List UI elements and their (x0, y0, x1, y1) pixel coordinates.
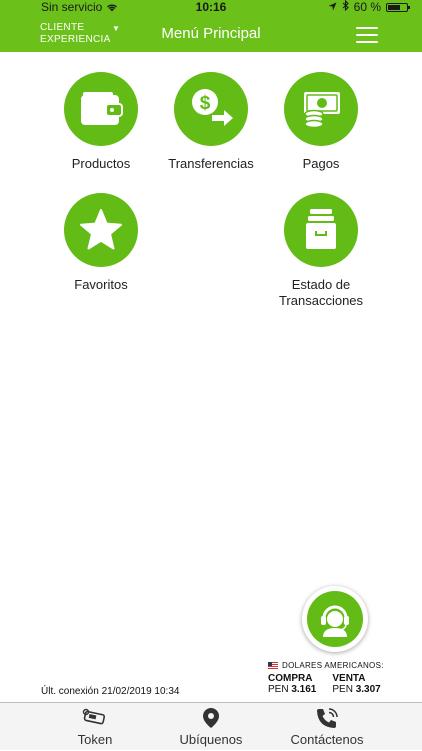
location-arrow-icon (328, 0, 337, 14)
bills-coins-icon[interactable] (284, 72, 358, 146)
tile-favoritos-label: Favoritos (74, 277, 128, 292)
tile-productos-label: Productos (71, 156, 131, 171)
svg-text:$: $ (200, 93, 211, 114)
tile-estado-label: Estado de Transacciones (261, 277, 381, 309)
tile-productos[interactable]: Productos (41, 72, 161, 172)
tile-transferencias-label: Transferencias (168, 156, 254, 171)
tile-estado-label-line2: Transacciones (278, 293, 364, 308)
support-agent-icon (307, 591, 363, 647)
phone-icon (257, 707, 397, 729)
tile-estado-label-line1: Estado de (291, 277, 351, 292)
exchange-sell: VENTA PEN 3.307 (332, 673, 380, 695)
star-icon[interactable] (64, 193, 138, 267)
support-agent-button[interactable] (302, 586, 368, 652)
us-flag-icon (268, 662, 278, 669)
buy-currency: PEN (268, 684, 289, 695)
exchange-rate-title: DOLARES AMERICANOS: (268, 661, 384, 670)
status-bar: Sin servicio 10:16 60 % (0, 0, 422, 14)
tile-favoritos[interactable]: Favoritos (41, 193, 161, 293)
exchange-rate-panel: DOLARES AMERICANOS: COMPRA PEN 3.161 VEN… (268, 661, 384, 695)
tab-contactenos[interactable]: Contáctenos (257, 703, 397, 751)
battery-percent: 60 % (353, 0, 381, 14)
status-right: 60 % (328, 0, 410, 14)
buy-value: 3.161 (291, 684, 317, 695)
sell-currency: PEN (332, 684, 353, 695)
bluetooth-icon (342, 0, 349, 14)
hamburger-menu-button[interactable] (356, 27, 378, 43)
exchange-buy: COMPRA PEN 3.161 (268, 673, 316, 695)
tab-contactenos-label: Contáctenos (290, 732, 364, 747)
buy-label: COMPRA (268, 673, 313, 684)
sell-label: VENTA (332, 673, 366, 684)
archive-box-icon[interactable] (284, 193, 358, 267)
tile-pagos[interactable]: Pagos (261, 72, 381, 172)
tile-pagos-label: Pagos (302, 156, 340, 171)
sell-value: 3.307 (355, 684, 381, 695)
battery-icon (386, 2, 410, 12)
tile-transferencias[interactable]: $ Transferencias (151, 72, 271, 172)
bottom-tab-bar: Token Ubíquenos Contáctenos (0, 702, 422, 750)
money-transfer-icon[interactable]: $ (174, 72, 248, 146)
wallet-icon[interactable] (64, 72, 138, 146)
tile-estado-transacciones[interactable]: Estado de Transacciones (261, 193, 381, 309)
last-connection: Últ. conexión 21/02/2019 10:34 (41, 686, 180, 697)
app-header: CLIENTE EXPERIENCIA ▼ Menú Principal (0, 14, 422, 52)
exchange-rate-currency: DOLARES AMERICANOS: (282, 661, 384, 670)
